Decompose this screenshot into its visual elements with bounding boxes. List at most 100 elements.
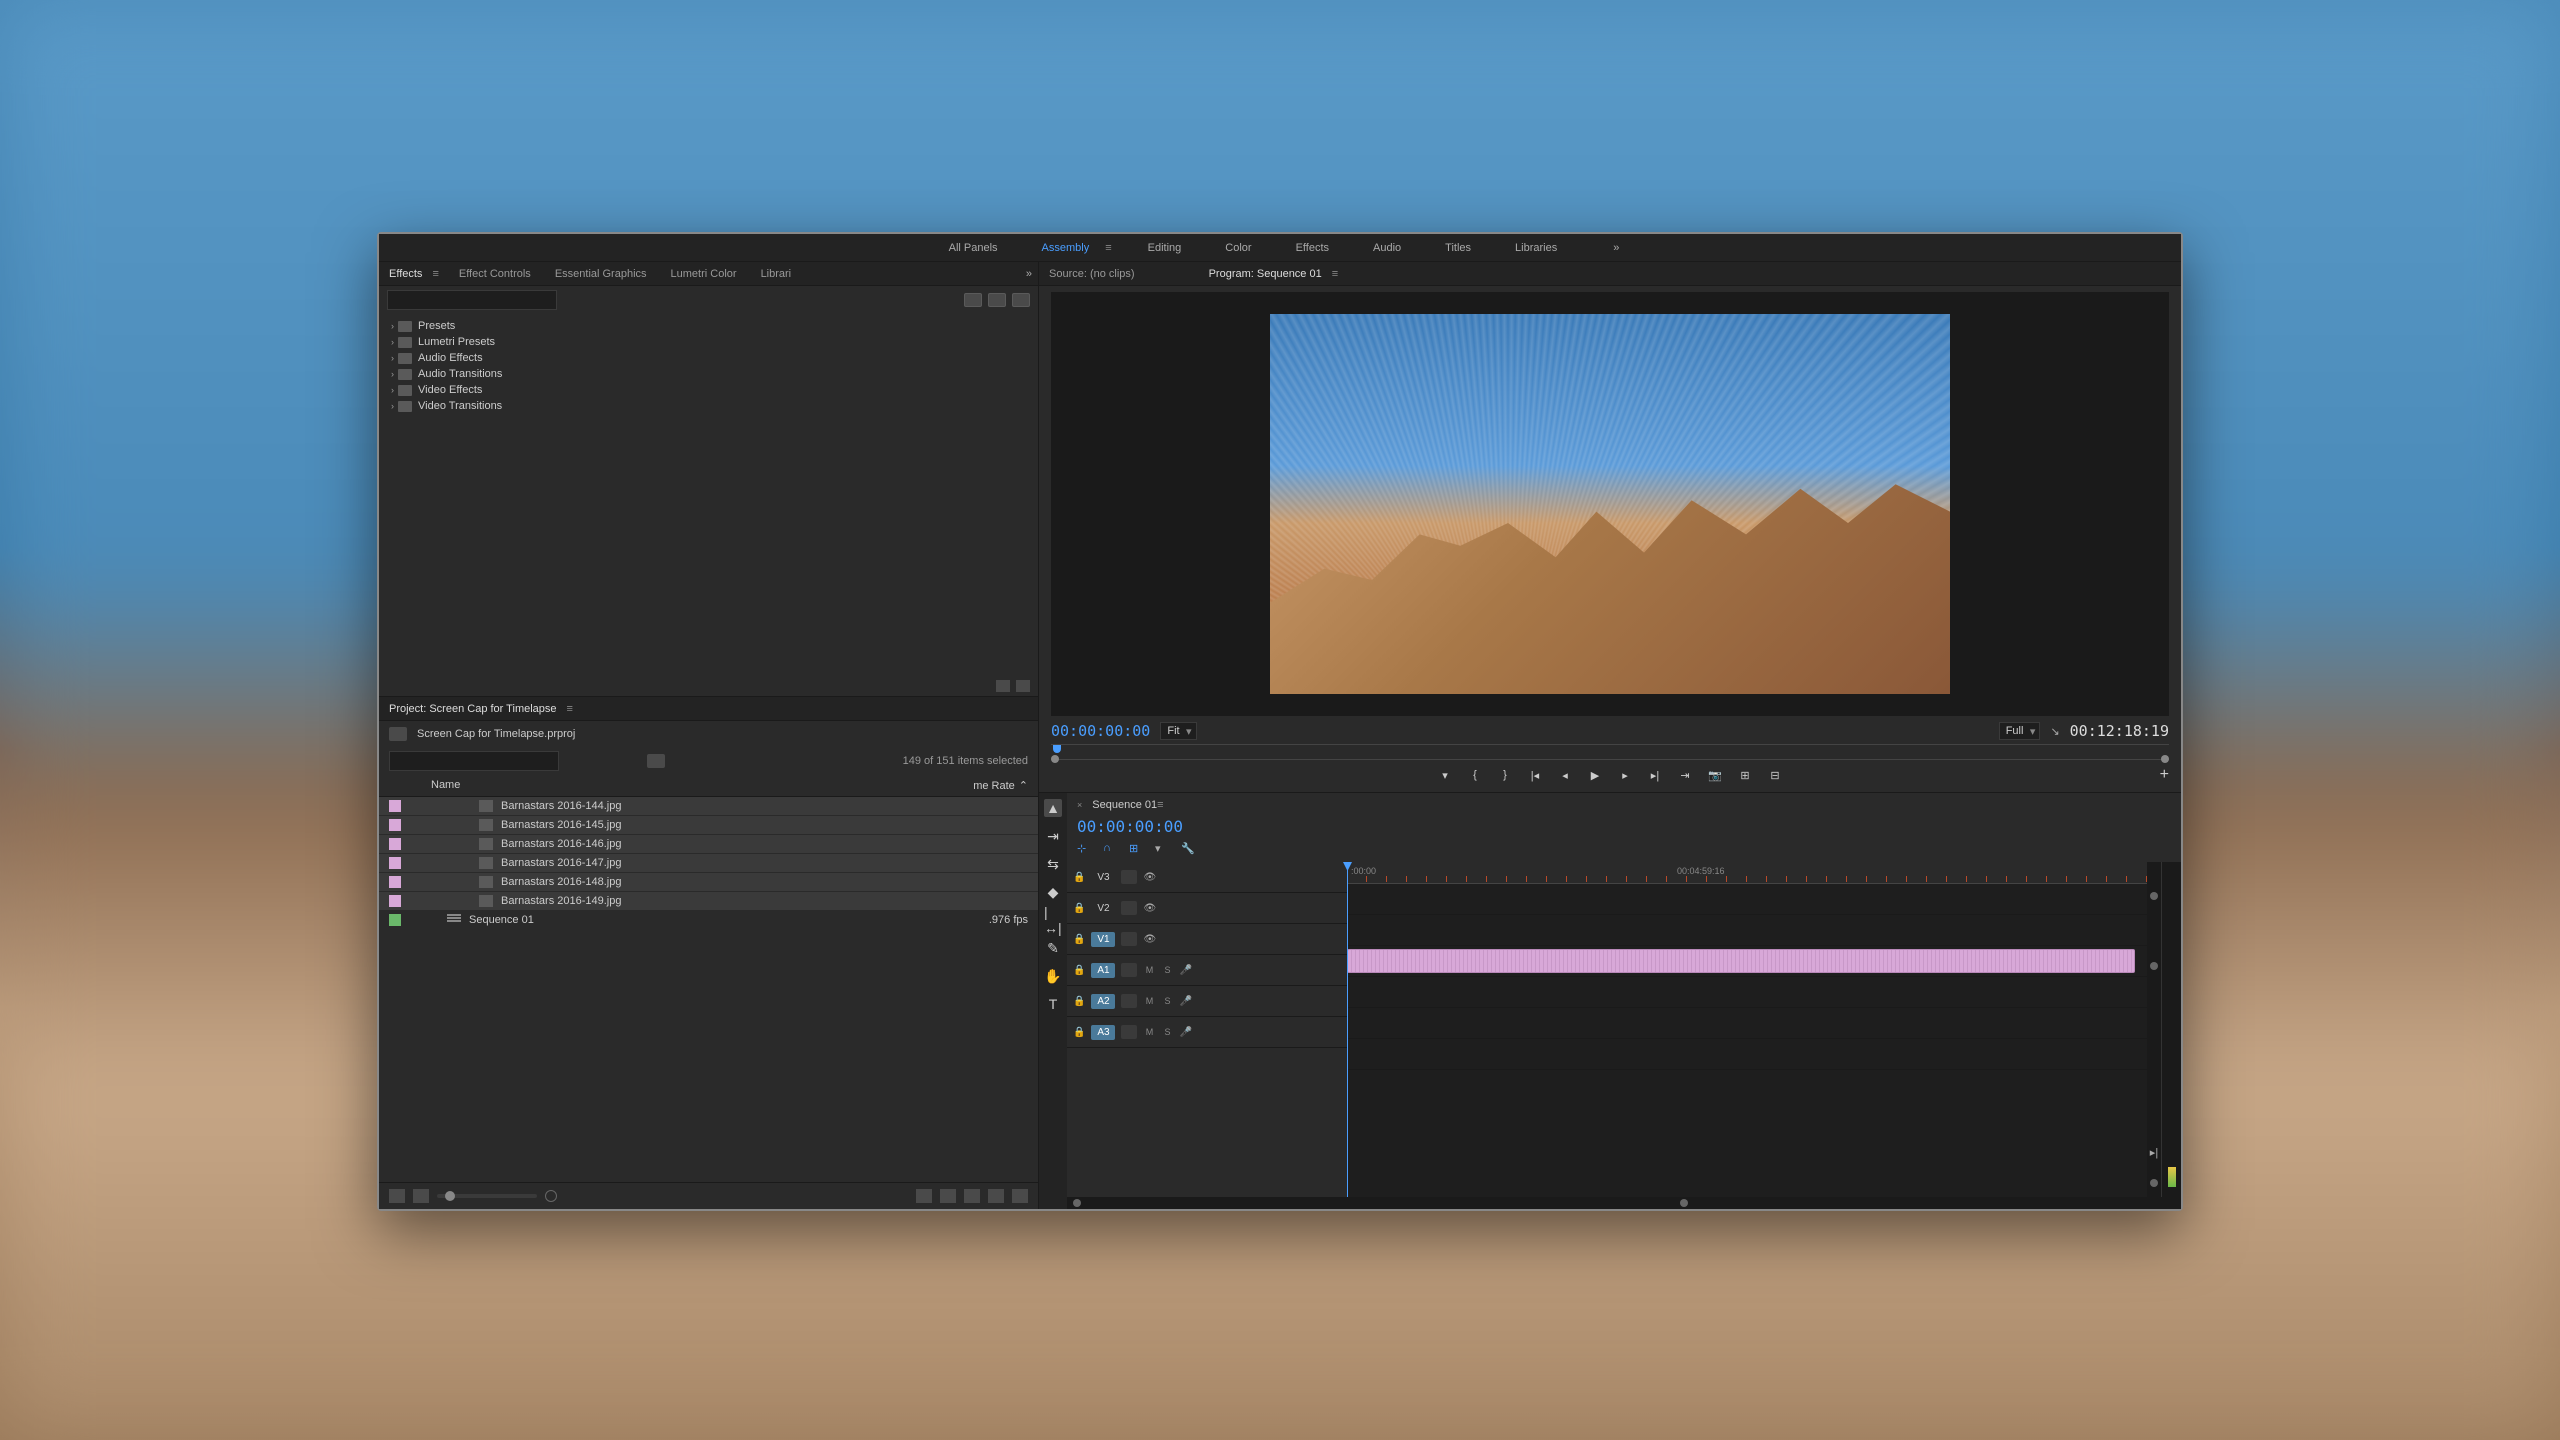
lock-icon[interactable]: 🔒	[1073, 934, 1085, 945]
track-toggle[interactable]	[1121, 870, 1137, 884]
track-lane-a3[interactable]	[1347, 1039, 2147, 1070]
go-to-out-button[interactable]: ▸|	[1647, 768, 1663, 782]
solo-button[interactable]: S	[1161, 1027, 1173, 1037]
track-lane-v1[interactable]	[1347, 946, 2147, 977]
track-lane-a1[interactable]	[1347, 977, 2147, 1008]
timeline-timecode[interactable]: 00:00:00:00	[1077, 817, 1183, 836]
playhead-timecode[interactable]: 00:00:00:00	[1051, 722, 1150, 740]
eye-icon[interactable]: 👁	[1143, 872, 1156, 883]
snap-toggle[interactable]: ∩	[1103, 842, 1119, 856]
track-toggle[interactable]	[1121, 963, 1137, 977]
vertical-scrollbar[interactable]: ▸|	[2147, 862, 2161, 1197]
file-row[interactable]: Barnastars 2016-147.jpg	[379, 854, 1038, 872]
track-header-v1[interactable]: 🔒 V1 👁	[1067, 924, 1347, 955]
workspace-assembly[interactable]: Assembly	[1034, 238, 1098, 258]
panel-menu-icon[interactable]: ≡	[1332, 268, 1338, 280]
workspace-libraries[interactable]: Libraries	[1507, 238, 1565, 258]
project-search-input[interactable]	[389, 751, 559, 771]
find-icon[interactable]	[940, 1189, 956, 1203]
comparison-view-button[interactable]: ⊟	[1767, 768, 1783, 782]
track-header-a3[interactable]: 🔒A3MS🎤	[1067, 1017, 1347, 1048]
button-editor-icon[interactable]: +	[2160, 766, 2169, 784]
delete-icon[interactable]	[1012, 1189, 1028, 1203]
icon-view-icon[interactable]	[413, 1189, 429, 1203]
track-label[interactable]: A3	[1091, 1025, 1115, 1040]
track-lane-v3[interactable]	[1347, 884, 2147, 915]
effects-search-input[interactable]	[387, 290, 557, 310]
mute-button[interactable]: M	[1143, 996, 1155, 1006]
solo-button[interactable]: S	[1161, 965, 1173, 975]
tree-item-lumetri-presets[interactable]: ›Lumetri Presets	[387, 334, 1030, 350]
workspace-effects[interactable]: Effects	[1288, 238, 1337, 258]
track-label[interactable]: A1	[1091, 963, 1115, 978]
delete-icon[interactable]	[1016, 680, 1030, 692]
sequence-row[interactable]: Sequence 01.976 fps	[379, 911, 1038, 929]
file-row[interactable]: Barnastars 2016-149.jpg	[379, 892, 1038, 910]
new-bin-icon[interactable]	[996, 680, 1010, 692]
horizontal-scrollbar[interactable]	[1067, 1197, 2181, 1209]
ripple-edit-tool[interactable]: ⇆	[1044, 855, 1062, 873]
timeline-tab[interactable]: Sequence 01	[1092, 799, 1157, 811]
mic-icon[interactable]: 🎤	[1179, 965, 1191, 976]
mark-in-button[interactable]: {	[1467, 768, 1483, 782]
in-point-handle[interactable]	[1051, 755, 1059, 763]
workspace-editing[interactable]: Editing	[1140, 238, 1190, 258]
monitor-ruler[interactable]	[1051, 744, 2169, 760]
solo-button[interactable]: S	[1161, 996, 1173, 1006]
panel-menu-icon[interactable]: ≡	[567, 703, 573, 715]
track-toggle[interactable]	[1121, 932, 1137, 946]
preset-type-icon[interactable]	[1012, 293, 1030, 307]
mark-out-button[interactable]: }	[1497, 768, 1513, 782]
eye-icon[interactable]: 👁	[1143, 903, 1156, 914]
track-lane-a2[interactable]	[1347, 1008, 2147, 1039]
track-toggle[interactable]	[1121, 901, 1137, 915]
new-bin-icon[interactable]	[964, 1189, 980, 1203]
tab-source[interactable]: Source: (no clips)	[1045, 266, 1139, 282]
tree-item-video-transitions[interactable]: ›Video Transitions	[387, 398, 1030, 414]
panel-menu-icon[interactable]: ≡	[1157, 799, 1163, 811]
playhead[interactable]	[1347, 862, 1348, 1197]
new-item-icon[interactable]	[988, 1189, 1004, 1203]
settings-icon[interactable]: ↘	[2050, 725, 2059, 738]
selection-tool[interactable]: ▲	[1044, 799, 1062, 817]
column-name[interactable]: Name	[389, 779, 948, 792]
track-header-v2[interactable]: 🔒V2👁	[1067, 893, 1347, 924]
type-tool[interactable]: T	[1044, 995, 1062, 1013]
program-monitor[interactable]	[1051, 292, 2169, 716]
tree-item-audio-transitions[interactable]: ›Audio Transitions	[387, 366, 1030, 382]
zoom-fit-dropdown[interactable]: Fit	[1160, 722, 1196, 740]
close-tab-icon[interactable]: ×	[1077, 800, 1082, 810]
lift-button[interactable]: ⇥	[1677, 768, 1693, 782]
play-button[interactable]: ▶	[1587, 768, 1603, 782]
mic-icon[interactable]: 🎤	[1179, 1027, 1191, 1038]
preset-type-icon[interactable]	[988, 293, 1006, 307]
tab-libraries[interactable]: Librari	[757, 266, 796, 282]
track-header-a2[interactable]: 🔒A2MS🎤	[1067, 986, 1347, 1017]
filter-bin-icon[interactable]	[647, 754, 665, 768]
eye-icon[interactable]: 👁	[1143, 934, 1156, 945]
lock-icon[interactable]: 🔒	[1073, 872, 1085, 883]
tree-item-presets[interactable]: ›Presets	[387, 318, 1030, 334]
tab-effect-controls[interactable]: Effect Controls	[455, 266, 535, 282]
zoom-slider[interactable]	[437, 1194, 537, 1198]
track-label[interactable]: V3	[1091, 870, 1115, 885]
list-view-icon[interactable]	[389, 1189, 405, 1203]
timeline-content[interactable]: :00:00 00:04:59:16	[1347, 862, 2147, 1197]
file-row[interactable]: Barnastars 2016-148.jpg	[379, 873, 1038, 891]
export-frame-button[interactable]: ⊞	[1737, 768, 1753, 782]
sort-icon[interactable]	[545, 1190, 557, 1202]
track-header-v3[interactable]: 🔒 V3 👁	[1067, 862, 1347, 893]
ruler-playhead[interactable]	[1053, 745, 1061, 753]
tab-effects[interactable]: Effects	[385, 266, 426, 282]
step-back-button[interactable]: ◂	[1557, 768, 1573, 782]
workspace-titles[interactable]: Titles	[1437, 238, 1479, 258]
nest-toggle[interactable]: ⊹	[1077, 842, 1093, 856]
tab-essential-graphics[interactable]: Essential Graphics	[551, 266, 651, 282]
linked-selection-toggle[interactable]: ⊞	[1129, 842, 1145, 856]
workspace-all-panels[interactable]: All Panels	[941, 238, 1006, 258]
track-label[interactable]: A2	[1091, 994, 1115, 1009]
tab-project[interactable]: Project: Screen Cap for Timelapse	[385, 701, 561, 717]
tab-lumetri-color[interactable]: Lumetri Color	[667, 266, 741, 282]
file-row[interactable]: Barnastars 2016-144.jpg	[379, 797, 1038, 815]
track-label[interactable]: V1	[1091, 932, 1115, 947]
